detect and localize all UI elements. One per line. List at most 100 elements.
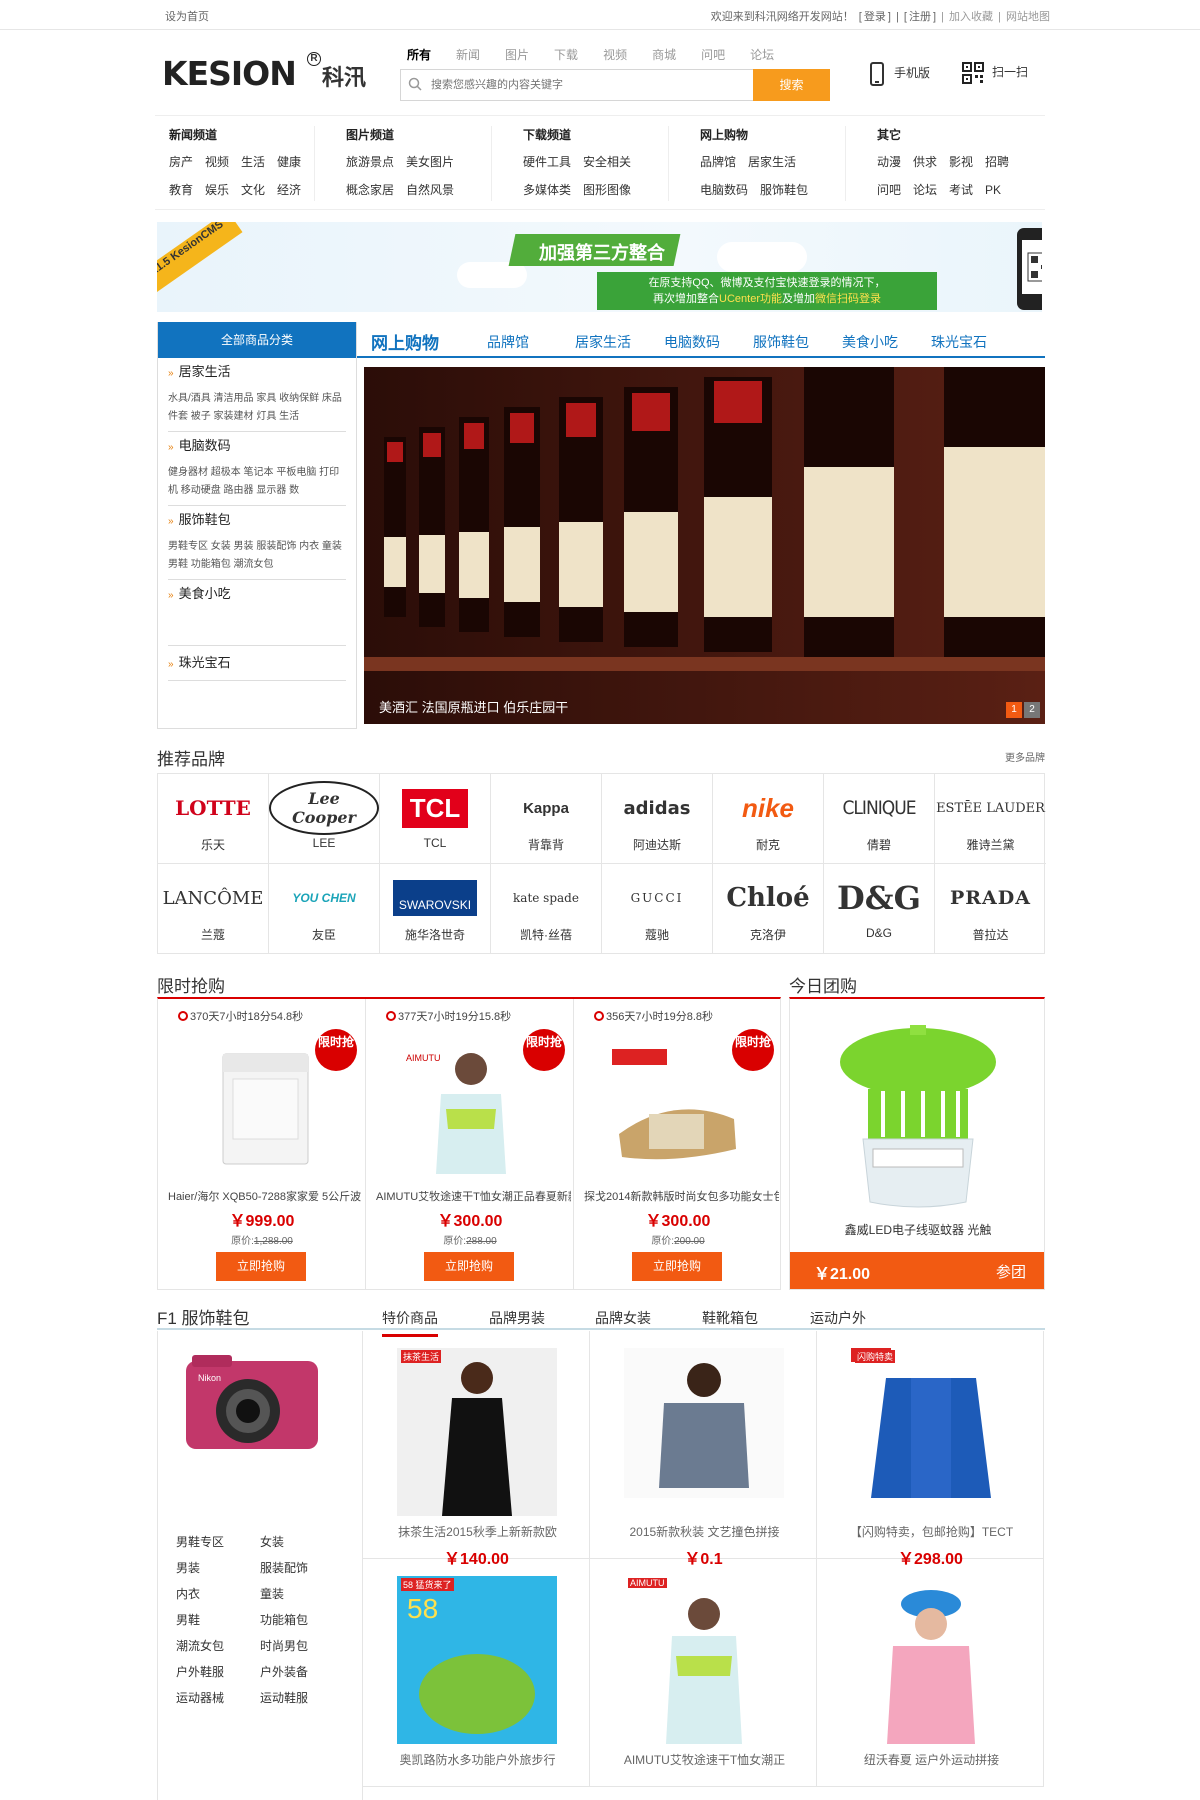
channel-link[interactable]: 问吧	[877, 183, 901, 197]
category-items[interactable]: 男鞋专区 女装 男装 服装配饰 内衣 童装 男鞋 功能箱包 潮流女包	[168, 533, 346, 579]
register-link[interactable]: 注册	[909, 11, 931, 23]
mall-nav-item[interactable]: 珠光宝石	[931, 332, 987, 352]
product-name[interactable]: 探戈2014新款韩版时尚女包多功能女士包	[584, 1188, 779, 1204]
f1-category-link[interactable]: 服装配饰	[260, 1555, 344, 1581]
search-input[interactable]	[431, 70, 731, 100]
f1-category-link[interactable]: 户外鞋服	[176, 1659, 260, 1685]
brand-item[interactable]: D&G D&G	[824, 864, 935, 954]
camera-image[interactable]: Nikon	[178, 1341, 328, 1466]
brand-item[interactable]: SWAROVSKI 施华洛世奇	[380, 864, 491, 954]
hero-slideshow[interactable]: 美酒汇 法国原瓶进口 伯乐庄园干 1 2	[364, 367, 1045, 724]
channel-link[interactable]: 论坛	[913, 183, 937, 197]
product-name[interactable]: AIMUTU艾牧途速干T恤女潮正品春夏新款	[376, 1188, 571, 1204]
product-name[interactable]: 纽沃春夏 运户外运动拼接	[829, 1751, 1034, 1768]
brand-item[interactable]: GUCCI 蔻驰	[602, 864, 713, 954]
group-buy-panel[interactable]: 鑫威LED电子线驱蚊器 光触 ￥21.00 参团	[789, 997, 1045, 1290]
f1-category-link[interactable]: 潮流女包	[176, 1633, 260, 1659]
f1-tab[interactable]: 运动户外	[810, 1308, 866, 1328]
flash-item[interactable]: 370天7小时18分54.8秒 限时抢 Haier/海尔 XQB50-7288家…	[158, 999, 366, 1290]
product-name[interactable]: AIMUTU艾牧途速干T恤女潮正	[602, 1751, 807, 1768]
category-title[interactable]: 居家生活	[179, 364, 231, 379]
channel-link[interactable]: 品牌馆	[700, 155, 736, 169]
category-title[interactable]: 服饰鞋包	[179, 512, 231, 527]
f1-product-card[interactable]: 闪购特卖 【闪购特卖，包邮抢购】TECT ￥298.00	[817, 1331, 1044, 1568]
channel-link[interactable]: 供求	[913, 155, 937, 169]
category-header[interactable]: 全部商品分类	[158, 322, 356, 358]
mall-nav-item[interactable]: 品牌馆	[487, 332, 529, 352]
mall-nav-item[interactable]: 美食小吃	[842, 332, 898, 352]
channel-link[interactable]: 概念家居	[346, 183, 394, 197]
f1-category-link[interactable]: 时尚男包	[260, 1633, 344, 1659]
channel-title[interactable]: 网上购物	[700, 126, 845, 143]
tab-forum[interactable]: 论坛	[750, 46, 774, 63]
channel-link[interactable]: 经济	[277, 183, 301, 197]
channel-link[interactable]: 居家生活	[748, 155, 796, 169]
channel-link[interactable]: 娱乐	[205, 183, 229, 197]
slide-dot-1[interactable]: 1	[1006, 702, 1022, 718]
buy-now-button[interactable]: 立即抢购	[424, 1252, 514, 1281]
search-button[interactable]: 搜索	[753, 69, 830, 101]
buy-now-button[interactable]: 立即抢购	[632, 1252, 722, 1281]
product-image[interactable]: 58 58 猛货来了	[397, 1576, 557, 1744]
brand-item[interactable]: Chloé 克洛伊	[713, 864, 824, 954]
channel-link[interactable]: 图形图像	[583, 183, 631, 197]
category-title[interactable]: 美食小吃	[179, 586, 231, 601]
channel-link[interactable]: 教育	[169, 183, 193, 197]
tab-news[interactable]: 新闻	[456, 46, 480, 63]
f1-tab[interactable]: 鞋靴箱包	[702, 1308, 758, 1328]
brand-item[interactable]: YOU CHEN 友臣	[269, 864, 380, 954]
mall-nav-item[interactable]: 电脑数码	[664, 332, 720, 352]
product-name[interactable]: 奥凯路防水多功能户外旅步行	[375, 1751, 580, 1768]
category-items[interactable]: 健身器材 超极本 笔记本 平板电脑 打印机 移动硬盘 路由器 显示器 数	[168, 459, 346, 505]
channel-link[interactable]: 健康	[277, 155, 301, 169]
tab-images[interactable]: 图片	[505, 46, 529, 63]
channel-link[interactable]: 生活	[241, 155, 265, 169]
brand-item[interactable]: TCL TCL	[380, 774, 491, 864]
mall-nav-item[interactable]: 居家生活	[575, 332, 631, 352]
tab-all[interactable]: 所有	[407, 46, 431, 63]
brand-item[interactable]: adidas 阿迪达斯	[602, 774, 713, 864]
channel-link[interactable]: 服饰鞋包	[760, 183, 808, 197]
join-group-button[interactable]: 参团	[996, 1261, 1026, 1282]
channel-title[interactable]: 图片频道	[346, 126, 491, 143]
group-product-name[interactable]: 鑫威LED电子线驱蚊器 光触	[790, 1221, 1046, 1238]
product-name[interactable]: Haier/海尔 XQB50-7288家家爱 5公斤波	[168, 1188, 363, 1204]
category-title[interactable]: 电脑数码	[179, 438, 231, 453]
channel-title[interactable]: 下载频道	[523, 126, 668, 143]
f1-category-link[interactable]: 男鞋	[176, 1607, 260, 1633]
brand-item[interactable]: Lee Cooper LEE	[269, 774, 380, 864]
tab-ask[interactable]: 问吧	[701, 46, 725, 63]
tab-downloads[interactable]: 下载	[554, 46, 578, 63]
product-image[interactable]: 抹茶生活	[397, 1348, 557, 1516]
channel-link[interactable]: 视频	[205, 155, 229, 169]
f1-category-link[interactable]: 男鞋专区	[176, 1529, 260, 1555]
f1-product-card[interactable]: 2015新款秋装 文艺撞色拼接 ￥0.1	[590, 1331, 817, 1568]
tab-mall[interactable]: 商城	[652, 46, 676, 63]
f1-category-link[interactable]: 运动鞋服	[260, 1685, 344, 1711]
brand-item[interactable]: PRADA 普拉达	[935, 864, 1046, 954]
channel-link[interactable]: PK	[985, 183, 1001, 197]
f1-product-card[interactable]: 58 58 猛货来了奥凯路防水多功能户外旅步行	[363, 1559, 590, 1787]
f1-tab[interactable]: 品牌女装	[595, 1308, 651, 1328]
product-image[interactable]	[851, 1576, 1011, 1744]
f1-tab[interactable]: 品牌男装	[489, 1308, 545, 1328]
product-name[interactable]: 【闪购特卖，包邮抢购】TECT	[829, 1523, 1034, 1540]
brand-item[interactable]: kate spade 凯特·丝蓓	[491, 864, 602, 954]
f1-category-link[interactable]: 童装	[260, 1581, 344, 1607]
channel-link[interactable]: 考试	[949, 183, 973, 197]
channel-link[interactable]: 安全相关	[583, 155, 631, 169]
channel-link[interactable]: 房产	[169, 155, 193, 169]
channel-title[interactable]: 其它	[877, 126, 1023, 143]
buy-now-button[interactable]: 立即抢购	[216, 1252, 306, 1281]
f1-category-link[interactable]: 户外装备	[260, 1659, 344, 1685]
flash-item[interactable]: 356天7小时19分8.8秒 限时抢 探戈2014新款韩版时尚女包多功能女士包 …	[574, 999, 782, 1290]
f1-product-card[interactable]: 抹茶生活 抹茶生活2015秋季上新新款欧 ￥140.00	[363, 1331, 590, 1568]
channel-link[interactable]: 招聘	[985, 155, 1009, 169]
tab-video[interactable]: 视频	[603, 46, 627, 63]
product-image[interactable]	[624, 1348, 784, 1516]
promo-banner[interactable]: X1.5 KesionCMS 加强第三方整合 在原支持QQ、微博及支付宝快速登录…	[157, 222, 1042, 312]
channel-link[interactable]: 多媒体类	[523, 183, 571, 197]
mobile-version-link[interactable]: 手机版	[870, 62, 930, 86]
f1-category-link[interactable]: 运动器械	[176, 1685, 260, 1711]
channel-link[interactable]: 美女图片	[406, 155, 454, 169]
